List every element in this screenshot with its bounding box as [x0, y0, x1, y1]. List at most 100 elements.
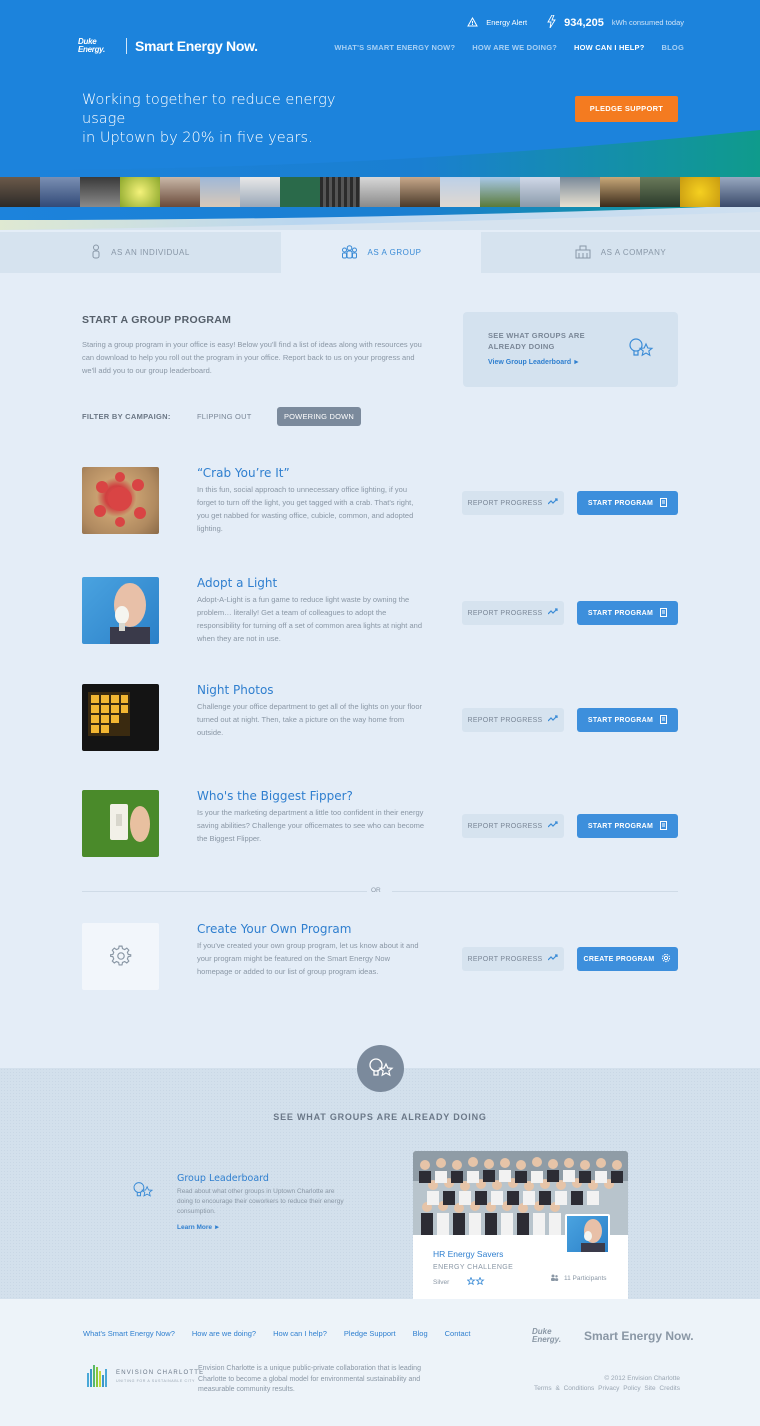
idea-star-icon [132, 1181, 154, 1201]
document-icon [660, 820, 668, 832]
footer-link-whats-smart-energy-now[interactable]: What's Smart Energy Now? [83, 1329, 175, 1338]
group-level-label: Silver [433, 1278, 450, 1286]
group-card[interactable]: HR Energy Savers ENERGY CHALLENGE Silver… [413, 1151, 628, 1299]
program-title[interactable]: Adopt a Light [197, 576, 277, 590]
envision-charlotte-name: ENVISION CHARLOTTE [116, 1370, 205, 1376]
start-program-button[interactable]: START PROGRAM [577, 491, 678, 515]
divider [392, 891, 678, 892]
building-icon [575, 245, 591, 261]
see-groups-title: SEE WHAT GROUPS ARE ALREADY DOING [488, 331, 585, 351]
leaderboard-title[interactable]: Group Leaderboard [177, 1173, 269, 1184]
program-title[interactable]: “Crab You’re It” [197, 466, 290, 480]
pledge-support-button[interactable]: PLEDGE SUPPORT [575, 96, 678, 122]
program-title[interactable]: Night Photos [197, 683, 274, 697]
footer-link-pledge-support[interactable]: Pledge Support [344, 1329, 396, 1338]
see-groups-box[interactable]: SEE WHAT GROUPS ARE ALREADY DOING View G… [463, 312, 678, 387]
filter-label: FILTER BY CAMPAIGN: [82, 412, 171, 421]
copyright: © 2012 Envision Charlotte [604, 1375, 680, 1382]
start-program-button[interactable]: START PROGRAM [577, 601, 678, 625]
footer-description: Envision Charlotte is a unique public-pr… [198, 1365, 421, 1393]
groups-section [0, 1068, 760, 1299]
lightning-icon [547, 14, 556, 30]
report-progress-label: REPORT PROGRESS [467, 716, 543, 724]
nav-blog[interactable]: BLOG [662, 43, 684, 52]
footer-link-blog[interactable]: Blog [413, 1329, 428, 1338]
group-icon [341, 244, 358, 261]
site-logo[interactable]: Duke Energy. Smart Energy Now. [78, 38, 258, 54]
warning-icon [467, 16, 479, 29]
site-credits-link[interactable]: Site Credits [644, 1385, 680, 1392]
night-photos-thumbnail [82, 684, 159, 751]
filter-flipping-out[interactable]: FLIPPING OUT [197, 412, 252, 421]
program-description: Adopt-A-Light is a fun game to reduce li… [197, 595, 422, 643]
document-icon [660, 714, 668, 726]
learn-more-link[interactable]: Learn More ► [177, 1224, 220, 1231]
hero-tagline: Working together to reduce energy usage … [82, 91, 382, 148]
energy-alert-link[interactable]: Energy Alert [486, 18, 527, 27]
start-program-label: START PROGRAM [587, 822, 654, 830]
report-progress-button[interactable]: REPORT PROGRESS [462, 947, 564, 971]
gear-icon [109, 945, 132, 969]
nav-how-can-i-help[interactable]: HOW CAN I HELP? [574, 43, 645, 52]
or-separator: OR [371, 887, 381, 894]
create-program-button[interactable]: CREATE PROGRAM [577, 947, 678, 971]
custom-program-row: Create Your Own Program If you've create… [0, 922, 760, 1003]
footer [0, 1299, 760, 1426]
progress-chart-icon [547, 498, 559, 508]
envision-charlotte-logo-mark[interactable] [85, 1363, 111, 1391]
start-program-button[interactable]: START PROGRAM [577, 708, 678, 732]
person-icon [91, 244, 101, 261]
group-name[interactable]: HR Energy Savers [433, 1249, 503, 1259]
footer-nav: What's Smart Energy Now? How are we doin… [83, 1329, 471, 1338]
report-progress-button[interactable]: REPORT PROGRESS [462, 708, 564, 732]
nav-how-are-we-doing[interactable]: HOW ARE WE DOING? [472, 43, 557, 52]
progress-chart-icon [547, 715, 559, 725]
tab-group[interactable]: AS A GROUP [281, 232, 481, 273]
footer-logo[interactable]: Duke Energy. Smart Energy Now. [532, 1328, 694, 1344]
program-title[interactable]: Who's the Biggest Fipper? [197, 789, 353, 803]
audience-tabs: AS AN INDIVIDUAL AS A GROUP AS A COMPANY [0, 232, 760, 273]
program-description: Is your the marketing department a littl… [197, 808, 425, 843]
program-description: Challenge your office department to get … [197, 702, 422, 737]
tab-individual[interactable]: AS AN INDIVIDUAL [0, 232, 281, 273]
start-program-label: START PROGRAM [587, 716, 654, 724]
legal-links: Terms & Conditions Privacy Policy Site C… [480, 1385, 680, 1392]
groups-section-title: SEE WHAT GROUPS ARE ALREADY DOING [273, 1112, 487, 1122]
participants-count: 11 Participants [564, 1275, 607, 1282]
tab-company-label: AS A COMPANY [600, 248, 667, 257]
nav-whats-smart-energy-now[interactable]: WHAT'S SMART ENERGY NOW? [334, 43, 455, 52]
document-icon [660, 497, 668, 509]
start-program-label: START PROGRAM [587, 609, 654, 617]
group-avatar [565, 1214, 610, 1254]
view-leaderboard-link[interactable]: View Group Leaderboard ► [488, 359, 580, 366]
filter-powering-down[interactable]: POWERING DOWN [277, 407, 361, 426]
tab-company[interactable]: AS A COMPANY [481, 232, 760, 273]
light-switch-thumbnail [82, 790, 159, 857]
custom-program-title[interactable]: Create Your Own Program [197, 922, 351, 936]
tab-group-label: AS A GROUP [367, 248, 422, 257]
group-challenge: ENERGY CHALLENGE [433, 1264, 514, 1271]
footer-logo-title: Smart Energy Now. [584, 1329, 694, 1343]
kwh-counter: 934,205 [564, 16, 604, 29]
report-progress-button[interactable]: REPORT PROGRESS [462, 814, 564, 838]
report-progress-button[interactable]: REPORT PROGRESS [462, 601, 564, 625]
leaderboard-description: Read about what other groups in Uptown C… [177, 1188, 344, 1215]
privacy-link[interactable]: Privacy Policy [598, 1385, 640, 1392]
adopt-light-thumbnail [82, 577, 159, 644]
create-program-label: CREATE PROGRAM [583, 955, 655, 963]
duke-energy-logo: Duke Energy. [532, 1327, 562, 1344]
terms-link[interactable]: Terms & Conditions [534, 1385, 594, 1392]
footer-link-how-are-we-doing[interactable]: How are we doing? [192, 1329, 256, 1338]
document-icon [660, 607, 668, 619]
tagline-line-1: Working together to reduce energy usage [82, 92, 336, 127]
report-progress-button[interactable]: REPORT PROGRESS [462, 491, 564, 515]
footer-link-contact[interactable]: Contact [445, 1329, 471, 1338]
duke-energy-logo: Duke Energy. [78, 37, 105, 54]
start-program-button[interactable]: START PROGRAM [577, 814, 678, 838]
intro-text: Staring a group program in your office i… [82, 340, 422, 375]
progress-chart-icon [547, 821, 559, 831]
start-program-label: START PROGRAM [587, 499, 654, 507]
idea-star-icon [368, 1057, 394, 1081]
footer-link-how-can-i-help[interactable]: How can I help? [273, 1329, 327, 1338]
group-level: Silver [433, 1276, 485, 1287]
